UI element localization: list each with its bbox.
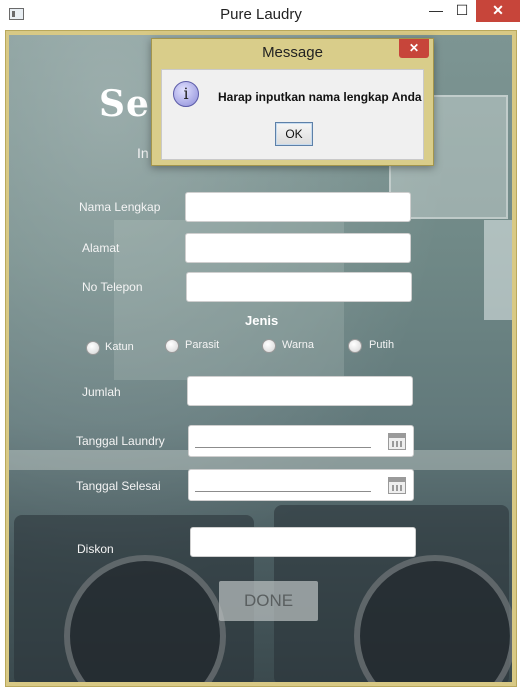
alamat-input[interactable] (185, 233, 411, 263)
page-subheading: In (137, 145, 149, 161)
dialog-title: Message (262, 44, 323, 61)
jenis-label: Jenis (245, 313, 279, 328)
radio-parasit[interactable] (165, 339, 179, 353)
radio-katun[interactable] (86, 341, 100, 355)
jumlah-input[interactable] (187, 376, 413, 406)
minimize-button[interactable]: — (423, 0, 449, 22)
radio-parasit-label: Parasit (185, 339, 220, 351)
dialog-close-button[interactable]: ✕ (399, 39, 429, 58)
dialog-body: i Harap inputkan nama lengkap Anda OK (161, 69, 424, 160)
radio-putih-label: Putih (369, 339, 395, 351)
nama-input[interactable] (185, 192, 411, 222)
alamat-label: Alamat (82, 241, 120, 255)
telepon-input[interactable] (186, 272, 412, 302)
ok-button[interactable]: OK (275, 122, 313, 146)
jumlah-label: Jumlah (82, 385, 121, 399)
done-button[interactable]: DONE (219, 581, 318, 621)
message-dialog: Message ✕ i Harap inputkan nama lengkap … (151, 38, 434, 166)
tgl-laundry-value-line (195, 447, 371, 448)
radio-katun-label: Katun (105, 341, 134, 353)
diskon-label: Diskon (77, 542, 114, 556)
maximize-button[interactable]: ☐ (449, 0, 475, 22)
tgl-laundry-datepicker[interactable] (188, 425, 414, 457)
radio-warna-label: Warna (282, 339, 314, 351)
tgl-selesai-value-line (195, 491, 371, 492)
tgl-selesai-label: Tanggal Selesai (76, 479, 161, 493)
telepon-label: No Telepon (82, 280, 143, 294)
calendar-icon[interactable] (388, 433, 406, 450)
radio-warna[interactable] (262, 339, 276, 353)
tgl-laundry-label: Tanggal Laundry (76, 434, 165, 448)
tgl-selesai-datepicker[interactable] (188, 469, 414, 501)
dialog-message: Harap inputkan nama lengkap Anda (218, 90, 422, 104)
radio-putih[interactable] (348, 339, 362, 353)
background-picture (484, 220, 512, 320)
diskon-input[interactable] (190, 527, 416, 557)
calendar-icon[interactable] (388, 477, 406, 494)
info-icon: i (173, 81, 199, 107)
nama-label: Nama Lengkap (79, 200, 161, 214)
window-titlebar: Pure Laudry — ☐ ✕ (0, 0, 522, 30)
close-button[interactable]: ✕ (476, 0, 520, 22)
